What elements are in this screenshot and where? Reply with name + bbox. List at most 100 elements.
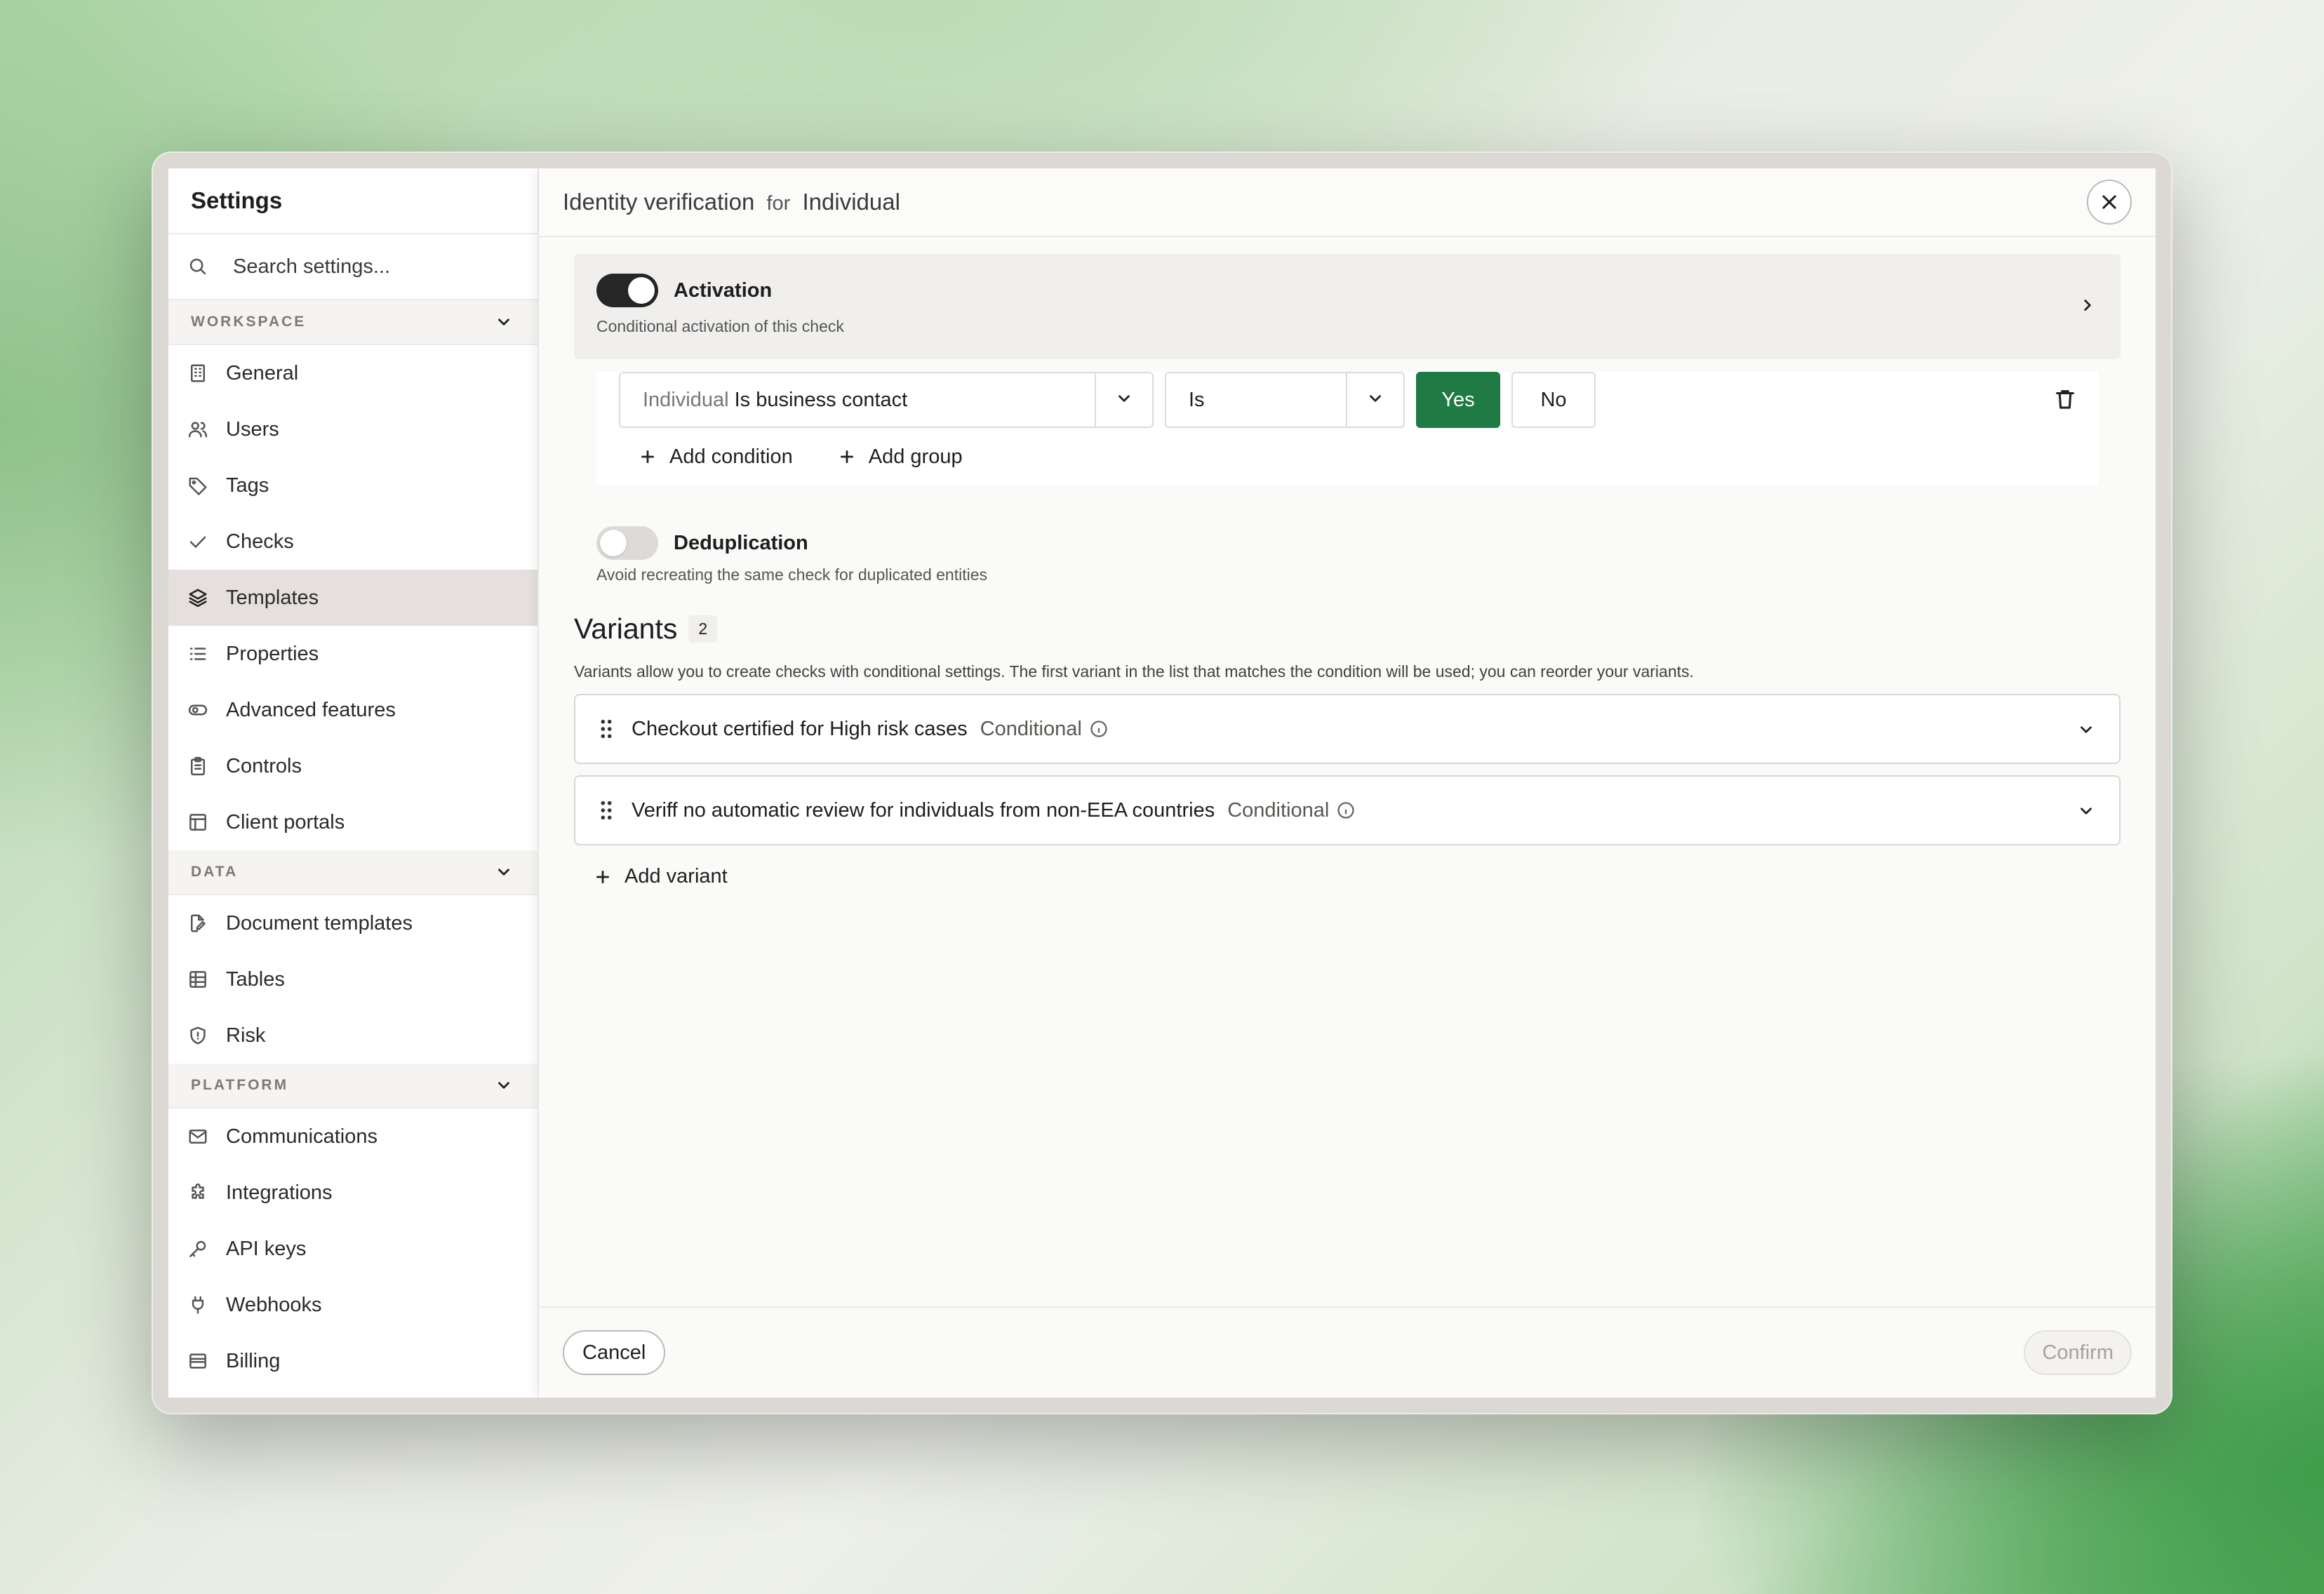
section-workspace[interactable]: WORKSPACE	[168, 300, 537, 345]
cancel-button[interactable]: Cancel	[563, 1330, 666, 1375]
sidebar-item-label: Communications	[226, 1125, 378, 1148]
chevron-right-icon[interactable]	[2078, 296, 2097, 318]
info-icon[interactable]	[1329, 801, 1356, 820]
deduplication-toggle[interactable]	[596, 526, 658, 560]
tag-icon	[187, 474, 209, 497]
condition-builder: Individual Is business contact Is Yes No	[596, 372, 2098, 485]
file-edit-icon	[187, 912, 209, 935]
plus-icon	[594, 868, 612, 886]
list-icon	[187, 643, 209, 665]
sidebar-item-webhooks[interactable]: Webhooks	[168, 1277, 537, 1333]
section-data[interactable]: DATA	[168, 850, 537, 895]
sidebar-item-properties[interactable]: Properties	[168, 626, 537, 682]
sidebar-item-label: Properties	[226, 642, 319, 665]
sidebar-item-label: Risk	[226, 1024, 266, 1047]
condition-operator-dropdown[interactable]	[1346, 373, 1403, 427]
variant-item[interactable]: Checkout certified for High risk cases C…	[574, 694, 2121, 764]
layout-icon	[187, 811, 209, 833]
sidebar-item-label: Controls	[226, 754, 302, 777]
sidebar-item-label: Document templates	[226, 911, 413, 935]
sidebar-item-label: Billing	[226, 1349, 281, 1372]
variant-conditional-tag: Conditional	[1227, 798, 1330, 822]
search-settings[interactable]: Search settings...	[168, 234, 537, 300]
add-group-button[interactable]: Add group	[838, 446, 963, 469]
trash-icon[interactable]	[2053, 387, 2077, 415]
condition-operator-select[interactable]: Is	[1165, 372, 1405, 428]
section-platform[interactable]: PLATFORM	[168, 1064, 537, 1109]
sidebar-item-tables[interactable]: Tables	[168, 951, 537, 1007]
sidebar-item-billing[interactable]: Billing	[168, 1333, 537, 1389]
modal-title: Identity verification for Individual	[563, 189, 900, 215]
sidebar-item-communications[interactable]: Communications	[168, 1109, 537, 1165]
chevron-down-icon[interactable]	[493, 311, 515, 333]
drag-handle-icon[interactable]	[599, 718, 613, 739]
variant-name: Checkout certified for High risk cases	[632, 717, 968, 740]
deduplication-section: Deduplication Avoid recreating the same …	[574, 485, 2121, 584]
settings-sidebar: Settings Search settings... WORKSPACE Ge…	[168, 168, 553, 1398]
search-input[interactable]: Search settings...	[233, 255, 390, 279]
sidebar-item-label: API keys	[226, 1237, 307, 1260]
users-icon	[187, 418, 209, 441]
plus-icon	[639, 448, 657, 466]
sidebar-item-users[interactable]: Users	[168, 401, 537, 457]
chevron-down-icon[interactable]	[493, 1074, 515, 1097]
sidebar-item-label: Users	[226, 417, 279, 441]
chevron-down-icon[interactable]	[493, 861, 515, 883]
condition-field-select[interactable]: Individual Is business contact	[619, 372, 1154, 428]
activation-toggle[interactable]	[596, 274, 658, 307]
sidebar-item-advanced-features[interactable]: Advanced features	[168, 682, 537, 738]
sidebar-item-label: Tables	[226, 967, 285, 991]
sidebar-item-tags[interactable]: Tags	[168, 457, 537, 514]
activation-title: Activation	[674, 279, 773, 302]
wallet-icon	[187, 1350, 209, 1372]
sidebar-item-label: Client portals	[226, 810, 345, 833]
sidebar-item-label: Checks	[226, 530, 294, 553]
sidebar-item-integrations[interactable]: Integrations	[168, 1165, 537, 1221]
sidebar-item-document-templates[interactable]: Document templates	[168, 895, 537, 951]
modal-title-main: Identity verification	[563, 189, 755, 215]
sidebar-item-risk[interactable]: Risk	[168, 1007, 537, 1064]
condition-field-value: Individual Is business contact	[620, 389, 1095, 412]
activation-section[interactable]: Activation Conditional activation of thi…	[574, 254, 2121, 359]
variants-description: Variants allow you to create checks with…	[574, 662, 1694, 681]
sidebar-item-general[interactable]: General	[168, 345, 537, 401]
sidebar-item-label: General	[226, 361, 299, 384]
sidebar-item-label: Templates	[226, 586, 319, 609]
add-condition-button[interactable]: Add condition	[639, 446, 793, 469]
add-variant-button[interactable]: Add variant	[574, 865, 2121, 888]
variants-heading: Variants	[574, 612, 678, 645]
sidebar-item-checks[interactable]: Checks	[168, 514, 537, 570]
mail-icon	[187, 1125, 209, 1148]
drag-handle-icon[interactable]	[599, 800, 613, 821]
close-button[interactable]	[2087, 180, 2132, 225]
chevron-down-icon	[1115, 389, 1133, 411]
add-condition-label: Add condition	[669, 445, 793, 468]
toggle-knob	[628, 277, 655, 304]
sidebar-item-api-keys[interactable]: API keys	[168, 1221, 537, 1277]
chevron-down-icon[interactable]	[2077, 721, 2095, 742]
sidebar-item-label: Tags	[226, 474, 269, 497]
confirm-button[interactable]: Confirm	[2024, 1330, 2132, 1375]
condition-field-dropdown[interactable]	[1095, 373, 1152, 427]
sidebar-title: Settings	[168, 168, 537, 234]
sidebar-item-label: Webhooks	[226, 1293, 322, 1316]
sidebar-item-controls[interactable]: Controls	[168, 738, 537, 794]
sidebar-item-client-portals[interactable]: Client portals	[168, 794, 537, 850]
app-screen: Settings Search settings... WORKSPACE Ge…	[168, 168, 2156, 1398]
variants-header: Variants 2	[574, 612, 2121, 645]
toggle-knob	[600, 530, 627, 556]
variant-item[interactable]: Veriff no automatic review for individua…	[574, 775, 2121, 845]
shield-icon	[187, 1024, 209, 1047]
info-icon[interactable]	[1082, 719, 1109, 739]
value-yes-button[interactable]: Yes	[1416, 372, 1500, 428]
table-icon	[187, 968, 209, 991]
toggle-icon	[187, 699, 209, 721]
value-no-button[interactable]: No	[1511, 372, 1596, 428]
sidebar-item-templates[interactable]: Templates	[168, 570, 537, 626]
key-icon	[187, 1238, 209, 1260]
add-group-label: Add group	[868, 445, 963, 468]
layers-icon	[187, 587, 209, 609]
chevron-down-icon[interactable]	[2077, 802, 2095, 824]
deduplication-title: Deduplication	[674, 531, 808, 554]
condition-operator-value: Is	[1189, 388, 1205, 411]
